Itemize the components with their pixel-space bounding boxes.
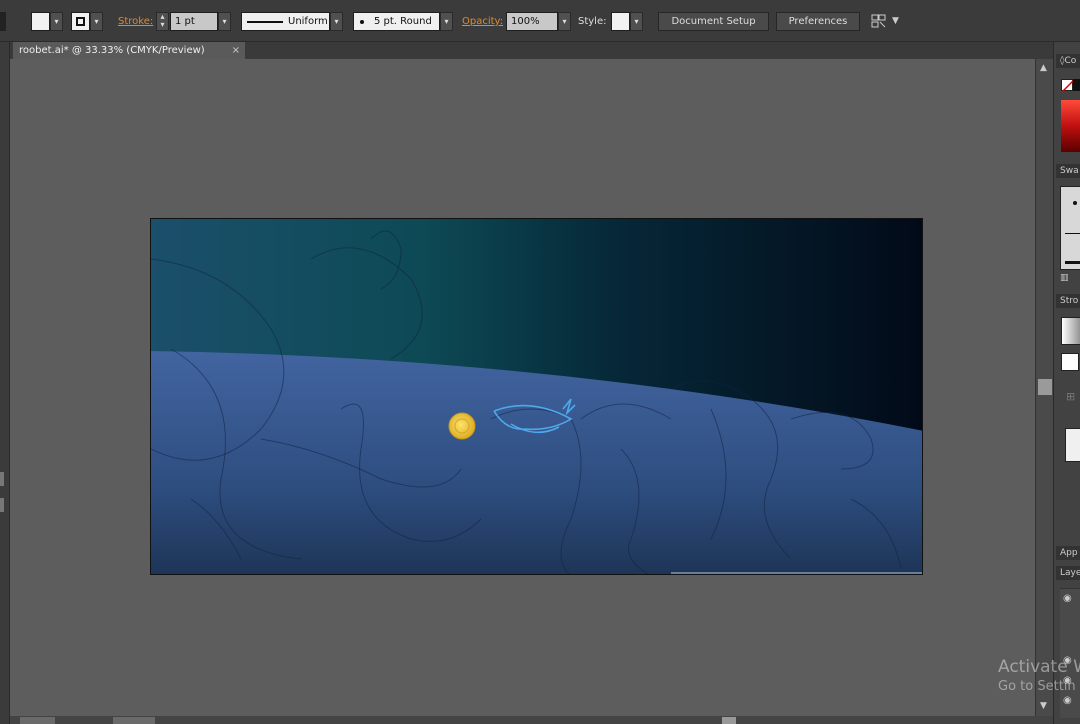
visibility-eye-icon[interactable]: ◉ [1063,593,1072,604]
arrange-dropdown-icon[interactable]: ▼ [892,12,902,31]
artboard-navigator[interactable] [113,717,155,724]
vertical-scroll-thumb[interactable] [1038,379,1052,395]
color-panel-tab[interactable]: ◊Co [1056,54,1080,68]
activation-watermark: Activate W Go to Settin [998,657,1080,694]
color-spectrum[interactable] [1061,100,1080,152]
stroke-line-icon [247,21,283,23]
swatches-panel-tab[interactable]: Swa [1056,164,1080,178]
right-panel-dock: ◊Co Swa ▥ Stro ⊞ App Laye ◉ ◉ ◉ ◉ [1053,42,1080,724]
artboard[interactable] [150,218,923,575]
stroke-profile-label: Uniform [288,16,328,27]
scroll-down-icon[interactable]: ▼ [1040,701,1047,711]
align-icon[interactable]: ⊞ [1066,390,1075,403]
stroke-dropdown[interactable]: ▾ [90,12,103,31]
stroke-label[interactable]: Stroke: [118,12,153,31]
document-tab-title: roobet.ai* @ 33.33% (CMYK/Preview) [19,45,205,56]
tool-icon[interactable] [0,472,4,486]
arrange-documents-icon[interactable] [870,12,888,31]
scroll-up-icon[interactable]: ▲ [1040,63,1047,73]
opacity-label[interactable]: Opacity: [462,12,503,31]
layers-panel-tab[interactable]: Laye [1056,566,1080,580]
stroke-panel-tab[interactable]: Stro [1056,294,1080,308]
watermark-line-2: Go to Settin [998,679,1076,694]
stroke-profile-dropdown[interactable]: ▾ [330,12,343,31]
brush-stroke-icon [1065,261,1080,264]
gradient-swatch[interactable] [1061,317,1080,345]
artboard-edge-marker [671,572,922,574]
opacity-field[interactable]: 100% [506,12,558,31]
brush-label: 5 pt. Round [374,16,432,27]
brush-dropdown[interactable]: ▾ [440,12,453,31]
fill-swatch[interactable] [31,12,50,31]
none-swatch-icon[interactable] [1061,79,1075,93]
black-swatch[interactable] [1073,79,1080,91]
fill-dropdown[interactable]: ▾ [50,12,63,31]
preview-box [1065,428,1080,462]
brush-line-icon [1065,233,1080,234]
illustrator-window: ▾ ▾ Stroke: ▴ ▾ 1 pt ▾ Uniform ▾ 5 pt. Ro… [0,0,1080,724]
watermark-line-1: Activate W [998,657,1080,677]
brush-dot-icon [1073,201,1077,205]
preferences-button[interactable]: Preferences [776,12,860,31]
brush-libraries-icon[interactable]: ▥ [1060,273,1069,283]
document-tab-bar: roobet.ai* @ 33.33% (CMYK/Preview) × [10,42,1053,59]
artwork [151,219,922,574]
stroke-swatch[interactable] [71,12,90,31]
toolbar-edge [0,12,6,31]
control-bar: ▾ ▾ Stroke: ▴ ▾ 1 pt ▾ Uniform ▾ 5 pt. Ro… [0,0,1080,42]
brush-select[interactable]: 5 pt. Round [353,12,440,31]
stroke-swatch-icon [76,17,85,26]
swatches-list[interactable] [1060,186,1080,270]
style-dropdown[interactable]: ▾ [630,12,643,31]
stroke-profile-select[interactable]: Uniform [241,12,330,31]
style-label: Style: [578,16,607,27]
document-tab[interactable]: roobet.ai* @ 33.33% (CMYK/Preview) × [13,42,245,59]
coin [448,412,476,440]
horizontal-scroll-thumb[interactable] [722,717,736,724]
zoom-field[interactable] [20,717,55,724]
brush-dot-icon [360,20,364,24]
horizontal-scrollbar[interactable] [10,716,1053,724]
stroke-weight-field[interactable]: 1 pt [170,12,218,31]
document-setup-button[interactable]: Document Setup [658,12,769,31]
vertical-scrollbar[interactable]: ▲ ▼ [1035,59,1053,716]
stroke-weight-stepper[interactable]: ▴ ▾ [156,12,169,31]
tool-icon[interactable] [0,498,4,512]
fill-indicator[interactable] [1061,353,1079,371]
style-swatch[interactable] [611,12,630,31]
layers-list[interactable]: ◉ ◉ ◉ ◉ [1060,588,1080,718]
appearance-panel-tab[interactable]: App [1056,546,1080,560]
tools-panel-edge [0,42,10,724]
close-tab-icon[interactable]: × [232,42,240,59]
canvas-area[interactable] [10,59,1035,716]
visibility-eye-icon[interactable]: ◉ [1063,695,1072,706]
opacity-dropdown[interactable]: ▾ [558,12,571,31]
stroke-weight-dropdown[interactable]: ▾ [218,12,231,31]
